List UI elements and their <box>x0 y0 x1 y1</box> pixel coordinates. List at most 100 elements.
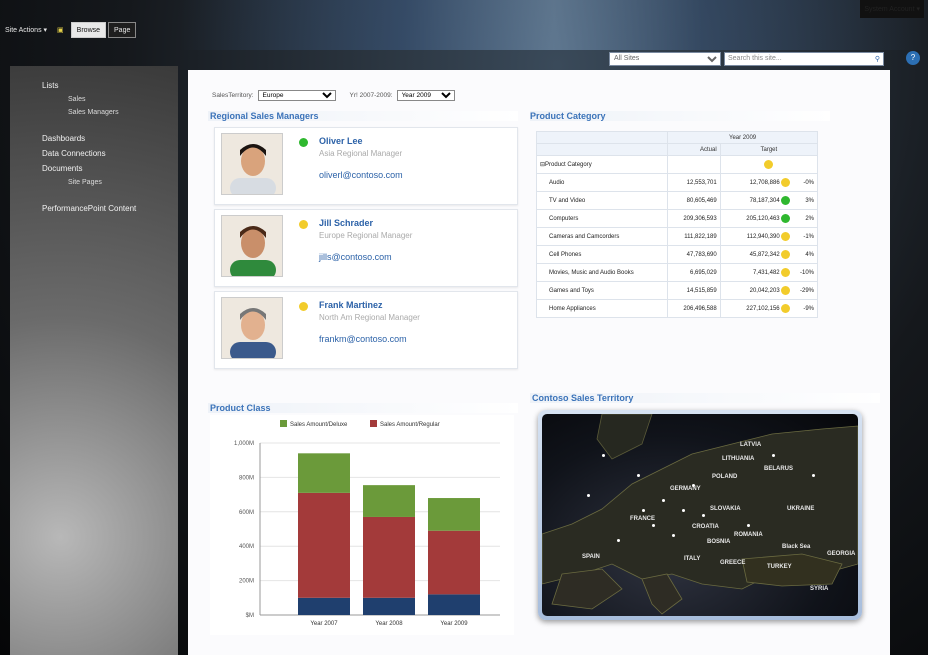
bar-segment <box>428 530 480 595</box>
manager-name[interactable]: Jill Schrader <box>319 218 373 228</box>
category-name[interactable]: TV and Video <box>535 191 669 210</box>
manager-email-link[interactable]: jills@contoso.com <box>319 252 392 262</box>
map-country-label: POLAND <box>712 474 738 480</box>
variance-value: -29% <box>799 288 814 295</box>
map-country-label: FRANCE <box>630 516 655 522</box>
nav-heading-lists[interactable]: Lists <box>10 78 178 93</box>
variance-value: -10% <box>799 270 814 277</box>
map-city-marker[interactable] <box>637 474 640 477</box>
map-city-marker[interactable] <box>662 499 665 502</box>
variance-value: 4% <box>805 252 814 259</box>
map-city-marker[interactable] <box>617 539 620 542</box>
user-name: System Account <box>864 5 915 13</box>
map-city-marker[interactable] <box>692 484 695 487</box>
manager-card: Oliver Lee Asia Regional Manager oliverl@c… <box>214 127 518 205</box>
category-name[interactable]: Home Appliances <box>535 299 669 318</box>
map-city-marker[interactable] <box>747 524 750 527</box>
target-value: 205,120,463 <box>746 216 780 223</box>
map-country-label: BELARUS <box>764 466 794 472</box>
table-row: TV and Video 80,605,469 78,187,304 3% <box>535 191 819 210</box>
bar-segment <box>363 516 415 598</box>
target-value: 12,708,886 <box>749 180 780 187</box>
nav-item-sales[interactable]: Sales <box>10 93 178 106</box>
target-value: 20,042,203 <box>749 288 780 295</box>
map-country-label: LITHUANIA <box>722 456 755 462</box>
sales-territory-map[interactable]: LATVIA LITHUANIA BELARUS POLAND GERMANY UKRAI… <box>538 410 862 620</box>
help-icon[interactable]: ? <box>906 51 920 65</box>
map-canvas[interactable]: LATVIA LITHUANIA BELARUS POLAND GERMANY UKRAI… <box>542 414 858 616</box>
map-city-marker[interactable] <box>672 534 675 537</box>
map-city-marker[interactable] <box>587 494 590 497</box>
category-name[interactable]: Cell Phones <box>535 245 669 264</box>
map-city-marker[interactable] <box>642 509 645 512</box>
status-indicator-icon <box>299 220 308 229</box>
year-filter[interactable]: Year 2009 <box>396 90 455 101</box>
actual-value: 12,553,701 <box>667 173 721 192</box>
category-name[interactable]: Cameras and Camcorders <box>535 227 669 246</box>
category-name[interactable]: Audio <box>535 173 669 192</box>
map-city-marker[interactable] <box>652 524 655 527</box>
scorecard-root-label[interactable]: ⊟Product Category <box>535 155 669 174</box>
map-country-label: TURKEY <box>767 564 792 570</box>
actual-value: 209,306,593 <box>667 209 721 228</box>
territory-filter[interactable]: Europe <box>257 90 336 101</box>
search-input[interactable]: Search this site... ⚲ <box>724 51 884 66</box>
search-scope-select[interactable]: All Sites <box>609 51 721 66</box>
map-city-marker[interactable] <box>812 474 815 477</box>
manager-name[interactable]: Frank Martinez <box>319 300 383 310</box>
nav-item-sales-managers[interactable]: Sales Managers <box>10 106 178 119</box>
nav-item-site-pages[interactable]: Site Pages <box>10 176 178 189</box>
map-city-marker[interactable] <box>702 514 705 517</box>
variance-value: -1% <box>803 234 814 241</box>
search-icon[interactable]: ⚲ <box>875 55 880 63</box>
status-indicator-icon <box>781 232 791 241</box>
status-indicator-icon <box>781 214 791 223</box>
nav-heading-documents[interactable]: Documents <box>10 161 178 176</box>
search-placeholder: Search this site... <box>728 55 782 62</box>
scorecard-body: ⊟Product Category Audio 12,553,701 12,708,8… <box>535 155 819 318</box>
category-name[interactable]: Games and Toys <box>535 281 669 300</box>
map-country-label: ROMANIA <box>734 532 763 538</box>
table-row: Games and Toys 14,515,859 20,042,203 -29% <box>535 281 819 300</box>
map-country-label: SPAIN <box>582 554 600 560</box>
product-category-scorecard: Year 2009 Actual Target ⊟Product Categor… <box>535 131 819 318</box>
tab-page[interactable]: Page <box>108 22 137 38</box>
status-indicator-icon <box>781 268 791 277</box>
product-class-chart: $M 200M 400M 600M 800M 1,000M Year 2007 Year 20… <box>210 415 514 635</box>
x-tick-label: Year 2009 <box>440 621 468 627</box>
managers-title: Regional Sales Managers <box>210 111 319 121</box>
navigate-up-icon[interactable]: ▣ <box>52 22 69 38</box>
map-city-marker[interactable] <box>772 454 775 457</box>
tab-browse[interactable]: Browse <box>70 22 107 38</box>
scorecard-root-row: ⊟Product Category <box>535 155 819 174</box>
nav-heading-data-connections[interactable]: Data Connections <box>10 146 178 161</box>
actual-value: 111,822,189 <box>667 227 721 246</box>
status-indicator-icon <box>299 302 308 311</box>
map-city-marker[interactable] <box>602 454 605 457</box>
root-label-text: Product Category <box>545 162 592 168</box>
manager-email-link[interactable]: frankm@contoso.com <box>319 334 407 344</box>
target-value: 227,102,156 <box>746 306 780 313</box>
actual-value: 80,605,469 <box>667 191 721 210</box>
manager-email-link[interactable]: oliverl@contoso.com <box>319 170 403 180</box>
target-value: 7,431,482 <box>752 270 780 277</box>
root-actual <box>667 155 721 174</box>
map-country-label: SLOVAKIA <box>710 506 741 512</box>
nav-heading-dashboards[interactable]: Dashboards <box>10 131 178 146</box>
system-account-menu[interactable]: System Account ▾ <box>860 0 924 18</box>
bar-segment <box>298 492 350 598</box>
manager-name[interactable]: Oliver Lee <box>319 136 363 146</box>
site-actions-menu[interactable]: Site Actions ▾ <box>0 22 52 38</box>
category-name[interactable]: Computers <box>535 209 669 228</box>
manager-photo <box>221 297 283 359</box>
manager-card: Jill Schrader Europe Regional Manager jill… <box>214 209 518 287</box>
map-city-marker[interactable] <box>682 509 685 512</box>
nav-group: Dashboards <box>10 131 178 146</box>
category-name[interactable]: Movies, Music and Audio Books <box>535 263 669 282</box>
manager-card: Frank Martinez North Am Regional Manager f… <box>214 291 518 369</box>
nav-heading-performancepoint-content[interactable]: PerformancePoint Content <box>10 201 178 216</box>
nav-group: Lists Sales Sales Managers <box>10 78 178 119</box>
variance-value: 3% <box>805 198 814 205</box>
ribbon: Site Actions ▾ ▣ Browse Page <box>0 20 928 40</box>
map-country-label: CROATIA <box>692 524 719 530</box>
